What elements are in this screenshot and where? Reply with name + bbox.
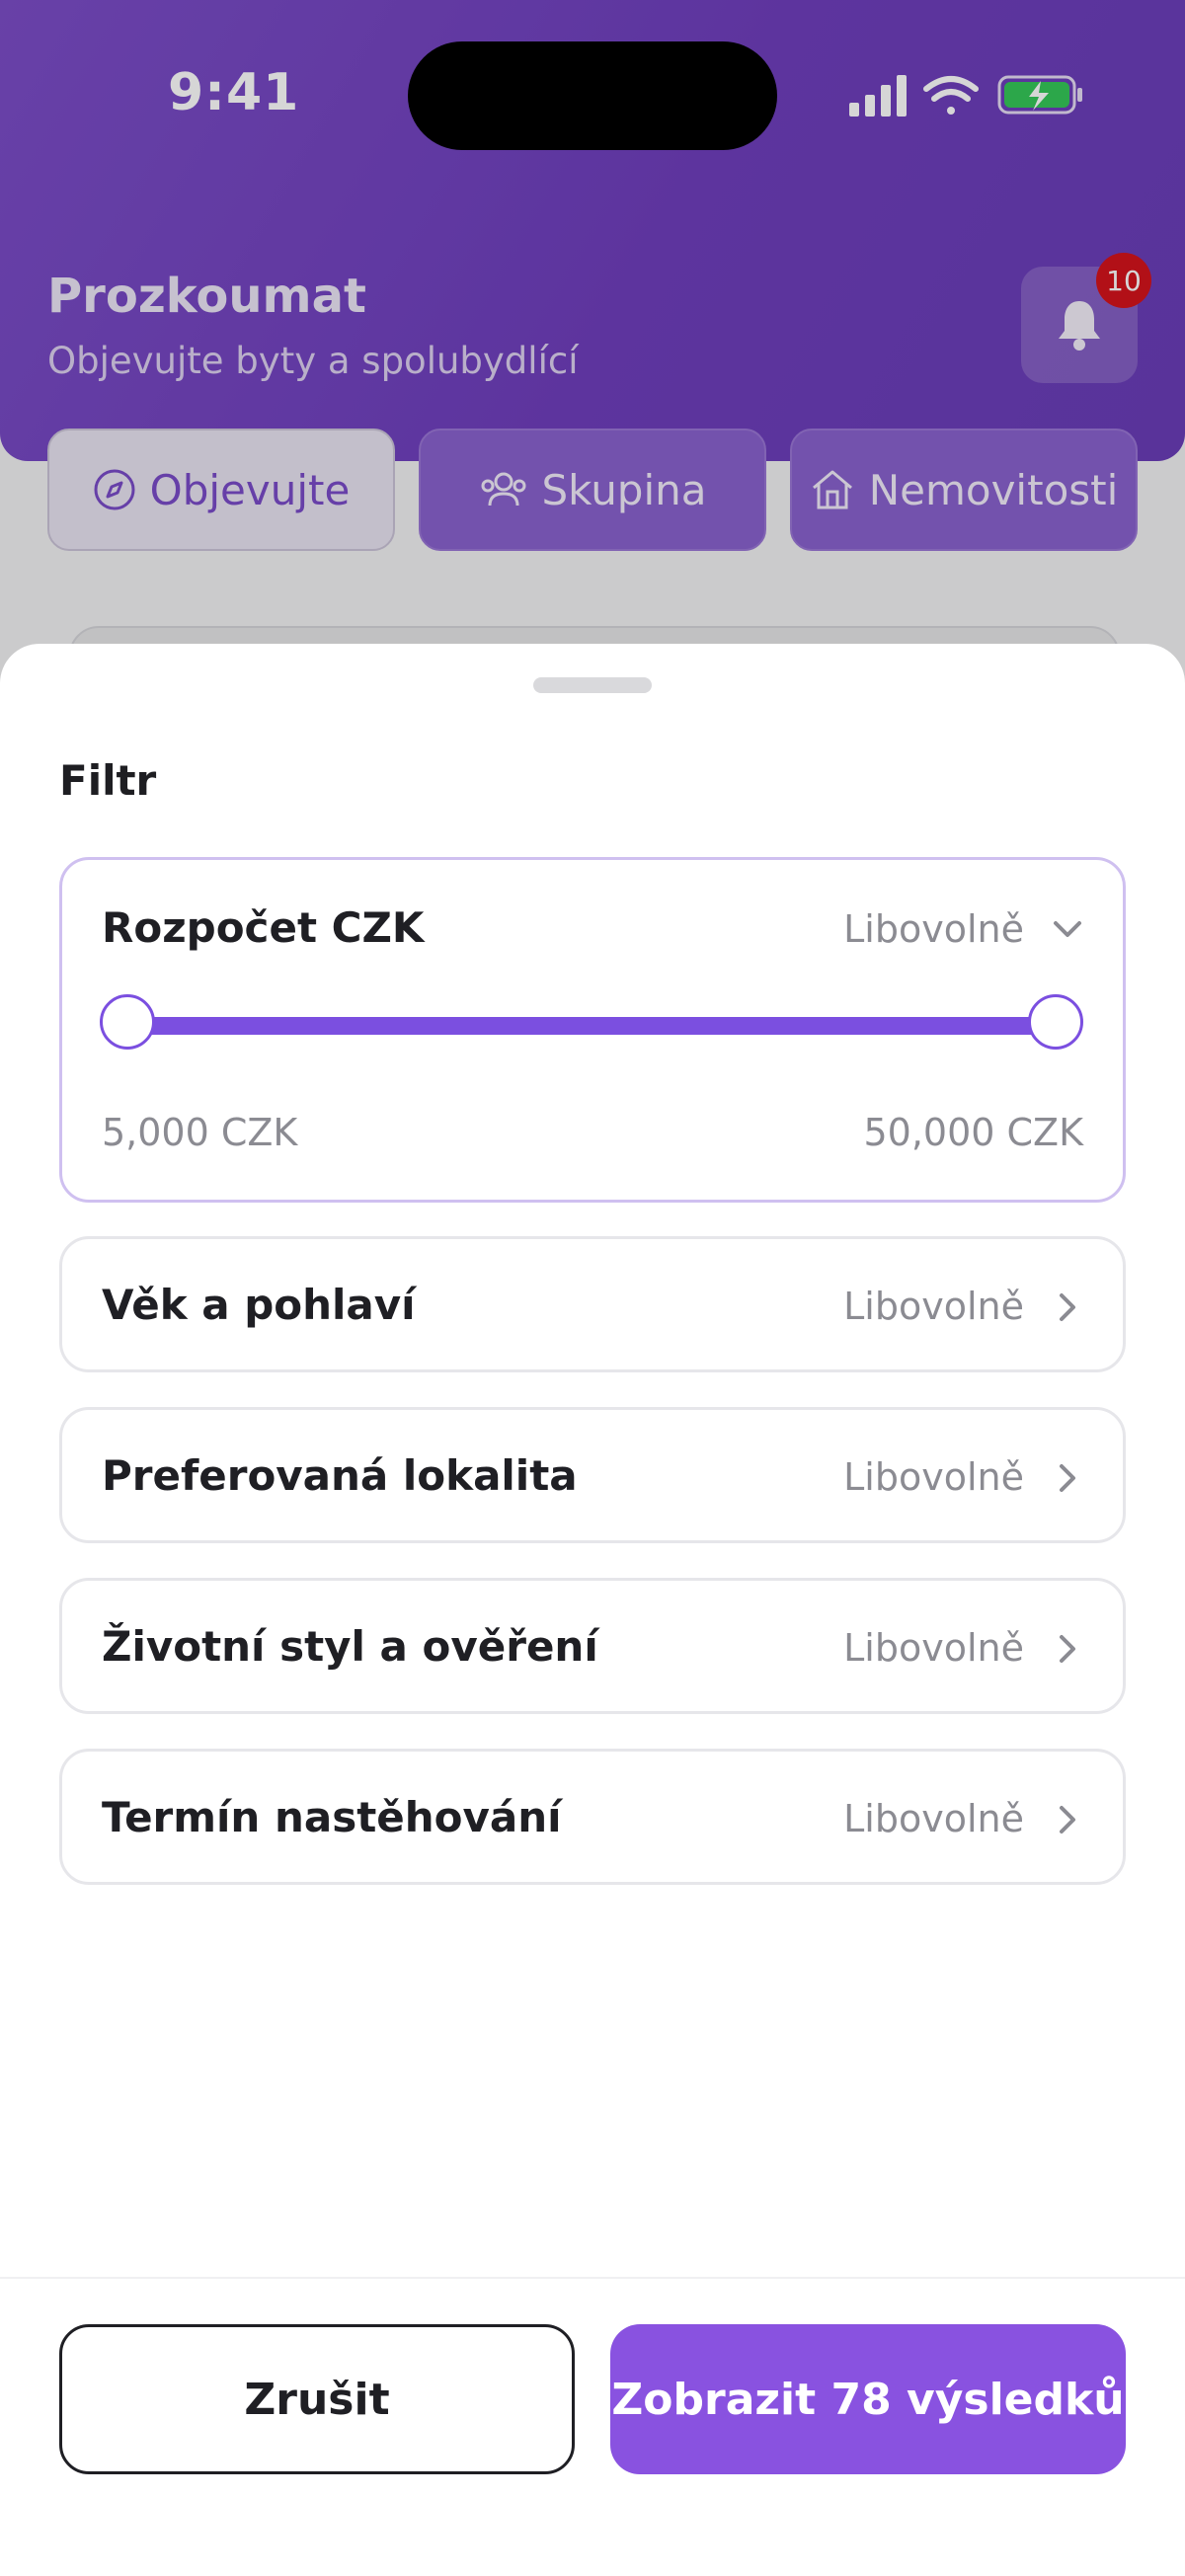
chevron-right-icon bbox=[1060, 1806, 1075, 1834]
sheet-title: Filtr bbox=[59, 756, 157, 805]
filter-row-label: Termín nastěhování bbox=[102, 1793, 562, 1841]
budget-slider-max-handle[interactable] bbox=[1028, 994, 1083, 1050]
chevron-right-icon bbox=[1060, 1635, 1075, 1663]
budget-slider-min-handle[interactable] bbox=[100, 994, 155, 1050]
budget-slider-track[interactable] bbox=[127, 1017, 1056, 1035]
chevron-right-icon bbox=[1060, 1464, 1075, 1492]
budget-label: Rozpočet CZK bbox=[102, 903, 425, 952]
budget-value: Libovolně bbox=[843, 907, 1024, 951]
filter-row-label: Životní styl a ověření bbox=[102, 1622, 598, 1671]
filter-row-label: Věk a pohlaví bbox=[102, 1281, 416, 1329]
filter-row-value: Libovolně bbox=[843, 1797, 1024, 1840]
filter-row-value: Libovolně bbox=[843, 1455, 1024, 1499]
budget-max-label: 50,000 CZK bbox=[863, 1111, 1083, 1154]
show-results-button[interactable]: Zobrazit 78 výsledků bbox=[610, 2324, 1126, 2474]
action-bar: Zrušit Zobrazit 78 výsledků bbox=[0, 2277, 1185, 2576]
filter-row-lifestyle[interactable]: Životní styl a ověření Libovolně bbox=[59, 1578, 1126, 1714]
chevron-down-icon[interactable] bbox=[1048, 909, 1087, 949]
chevron-right-icon bbox=[1060, 1293, 1075, 1321]
cancel-button[interactable]: Zrušit bbox=[59, 2324, 575, 2474]
filter-row-value: Libovolně bbox=[843, 1285, 1024, 1328]
filter-row-value: Libovolně bbox=[843, 1626, 1024, 1670]
filter-row-location[interactable]: Preferovaná lokalita Libovolně bbox=[59, 1407, 1126, 1543]
screen: 9:41 Prozkoumat Objevujte byty a spoluby… bbox=[0, 0, 1185, 2576]
budget-filter-card[interactable]: Rozpočet CZK Libovolně 5,000 CZK 50,000 … bbox=[59, 857, 1126, 1203]
filter-row-move-in-date[interactable]: Termín nastěhování Libovolně bbox=[59, 1749, 1126, 1885]
filter-row-label: Preferovaná lokalita bbox=[102, 1451, 578, 1500]
filter-row-age-gender[interactable]: Věk a pohlaví Libovolně bbox=[59, 1236, 1126, 1372]
sheet-grabber[interactable] bbox=[533, 677, 652, 693]
budget-min-label: 5,000 CZK bbox=[102, 1111, 298, 1154]
